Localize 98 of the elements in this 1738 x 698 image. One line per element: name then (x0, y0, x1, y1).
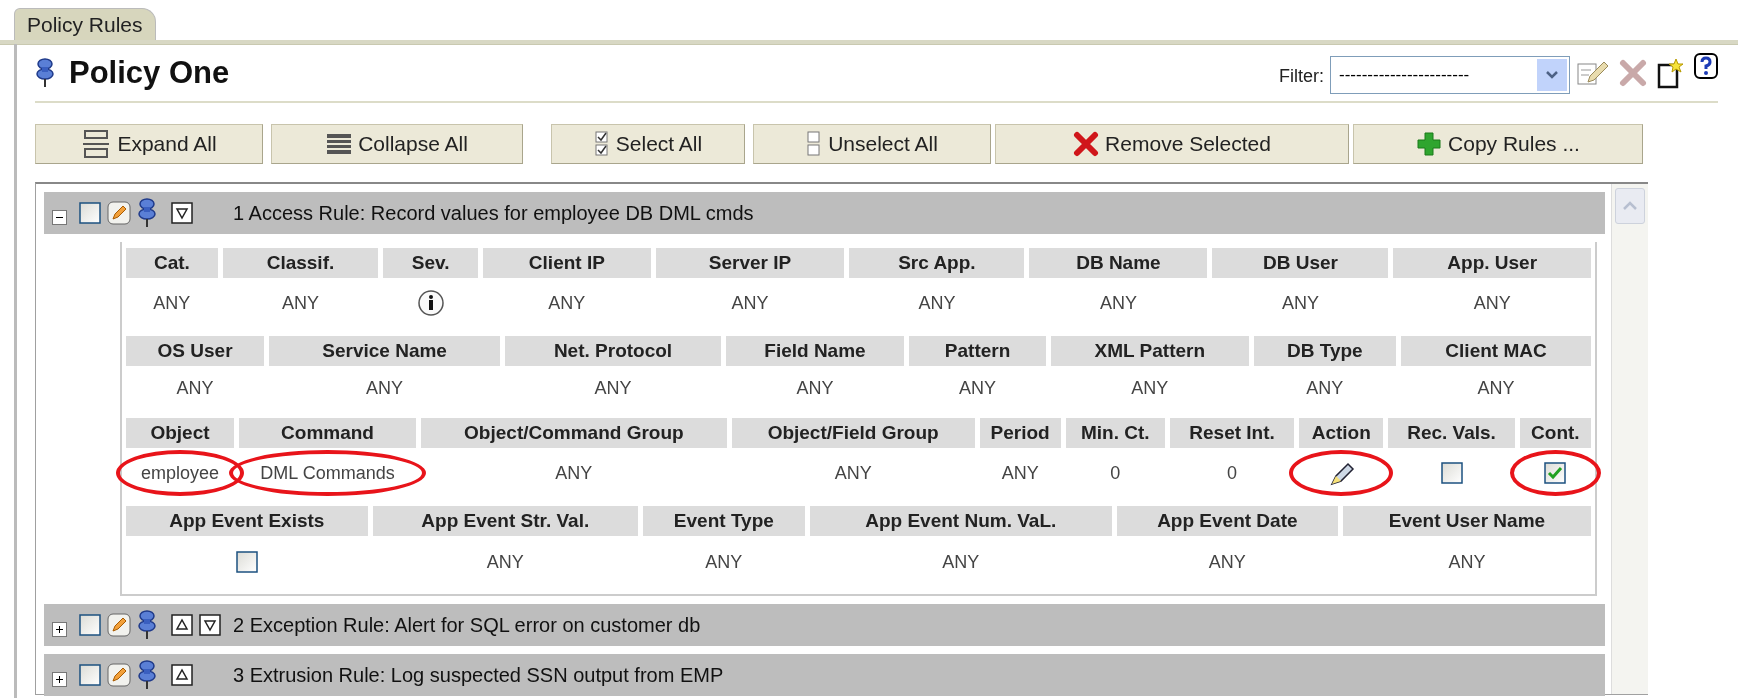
field-header: App Event Str. Val. (372, 506, 638, 536)
pushpin-icon (137, 198, 157, 228)
pushpin-icon (137, 660, 157, 690)
edit-icon[interactable] (107, 613, 131, 637)
edit-icon[interactable] (107, 663, 131, 687)
field-header: DB User (1212, 248, 1389, 278)
field-header: Field Name (725, 336, 904, 366)
field-header: Object (126, 418, 234, 448)
expand-button[interactable]: Expand All (35, 124, 263, 164)
field-header: Reset Int. (1169, 418, 1295, 448)
field-header: Object/Field Group (731, 418, 975, 448)
filter-dropdown[interactable]: ----------------------- (1330, 55, 1570, 94)
field-header: Command (239, 418, 417, 448)
field-value: ANY (1208, 551, 1246, 573)
field-header: Period (979, 418, 1061, 448)
field-header: Client MAC (1401, 336, 1591, 366)
pushpin-icon (137, 610, 157, 640)
move-up-icon[interactable] (171, 614, 193, 636)
expand-icon (81, 129, 112, 159)
field-value: ANY (705, 551, 743, 573)
field-value: ANY (555, 462, 593, 484)
field-value: employee (140, 462, 219, 484)
select-button[interactable]: Select All (551, 124, 745, 164)
checked-boxes-icon (593, 130, 610, 158)
move-up-icon[interactable] (171, 664, 193, 686)
field-header: XML Pattern (1051, 336, 1249, 366)
remove-button[interactable]: Remove Selected (995, 124, 1349, 164)
collapse-button[interactable]: Collapse All (271, 124, 523, 164)
field-header: DB Type (1253, 336, 1397, 366)
field-header: Server IP (655, 248, 845, 278)
remove-icon (1073, 131, 1100, 157)
move-down-icon[interactable] (199, 614, 221, 636)
field-value: ANY (942, 551, 980, 573)
field-header: Object/Command Group (421, 418, 727, 448)
field-header: Rec. Vals. (1388, 418, 1515, 448)
field-value: ANY (1131, 377, 1169, 399)
rule-title[interactable]: 1 Access Rule: Record values for employee DB DML cmds (233, 201, 754, 225)
edit-icon[interactable] (107, 201, 131, 225)
copy-button[interactable]: Copy Rules ... (1353, 124, 1643, 164)
field-header: App Event Exists (126, 506, 368, 536)
rule-title[interactable]: 2 Exception Rule: Alert for SQL error on customer db (233, 613, 701, 637)
field-value: ANY (918, 292, 956, 314)
field-header: Cont. (1519, 418, 1591, 448)
field-value: ANY (1473, 292, 1511, 314)
field-value: 0 (1110, 462, 1121, 484)
rule-title[interactable]: 3 Extrusion Rule: Log suspected SSN output from EMP (233, 663, 724, 687)
field-header: App Event Date (1116, 506, 1338, 536)
field-value: ANY (486, 551, 524, 573)
field-header: Src App. (849, 248, 1025, 278)
field-header: Pattern (909, 336, 1047, 366)
field-header: App. User (1393, 248, 1591, 278)
field-value: 0 (1227, 462, 1238, 484)
field-value: ANY (1099, 292, 1137, 314)
field-header: Min. Ct. (1065, 418, 1165, 448)
field-value: ANY (366, 377, 404, 399)
field-value: ANY (1477, 377, 1515, 399)
unselect-button[interactable]: Unselect All (753, 124, 991, 164)
list-lines-icon (326, 133, 353, 155)
checkbox[interactable] (79, 202, 101, 224)
move-down-icon[interactable] (171, 202, 193, 224)
policy-title: Policy One (69, 54, 230, 91)
checkbox[interactable] (79, 664, 101, 686)
field-header: OS User (126, 336, 265, 366)
field-header: Sev. (383, 248, 479, 278)
field-value: ANY (731, 292, 769, 314)
field-value: ANY (1001, 462, 1039, 484)
field-header: Event User Name (1342, 506, 1591, 536)
field-header: DB Name (1029, 248, 1208, 278)
field-value: DML Commands (260, 462, 395, 484)
checkbox[interactable] (1544, 462, 1567, 484)
field-header: Classif. (222, 248, 379, 278)
field-value: ANY (1281, 292, 1319, 314)
policy-rules-tab[interactable]: Policy Rules (14, 8, 156, 40)
checkbox[interactable] (79, 614, 101, 636)
field-value: ANY (176, 377, 214, 399)
field-value: ANY (834, 462, 872, 484)
field-value: ANY (153, 292, 191, 314)
field-value: ANY (1448, 551, 1486, 573)
field-value: ANY (548, 292, 586, 314)
field-header: Service Name (269, 336, 501, 366)
filter-label: Filter: (1279, 66, 1324, 87)
field-header: Client IP (483, 248, 651, 278)
field-header: Event Type (642, 506, 805, 536)
checkbox[interactable] (1440, 462, 1463, 484)
help-icon[interactable] (1694, 52, 1718, 79)
field-value: ANY (1306, 377, 1344, 399)
field-header: Cat. (126, 248, 218, 278)
pushpin-icon (35, 57, 55, 88)
empty-boxes-icon (806, 130, 823, 158)
field-value: ANY (594, 377, 632, 399)
field-value: ANY (281, 292, 319, 314)
field-value: ANY (959, 377, 997, 399)
field-header: Action (1299, 418, 1384, 448)
field-header: Net. Protocol (505, 336, 721, 366)
new-document-icon[interactable] (1656, 56, 1686, 89)
field-header: App Event Num. VaL. (809, 506, 1112, 536)
field-value: ANY (796, 377, 834, 399)
checkbox[interactable] (235, 551, 258, 573)
